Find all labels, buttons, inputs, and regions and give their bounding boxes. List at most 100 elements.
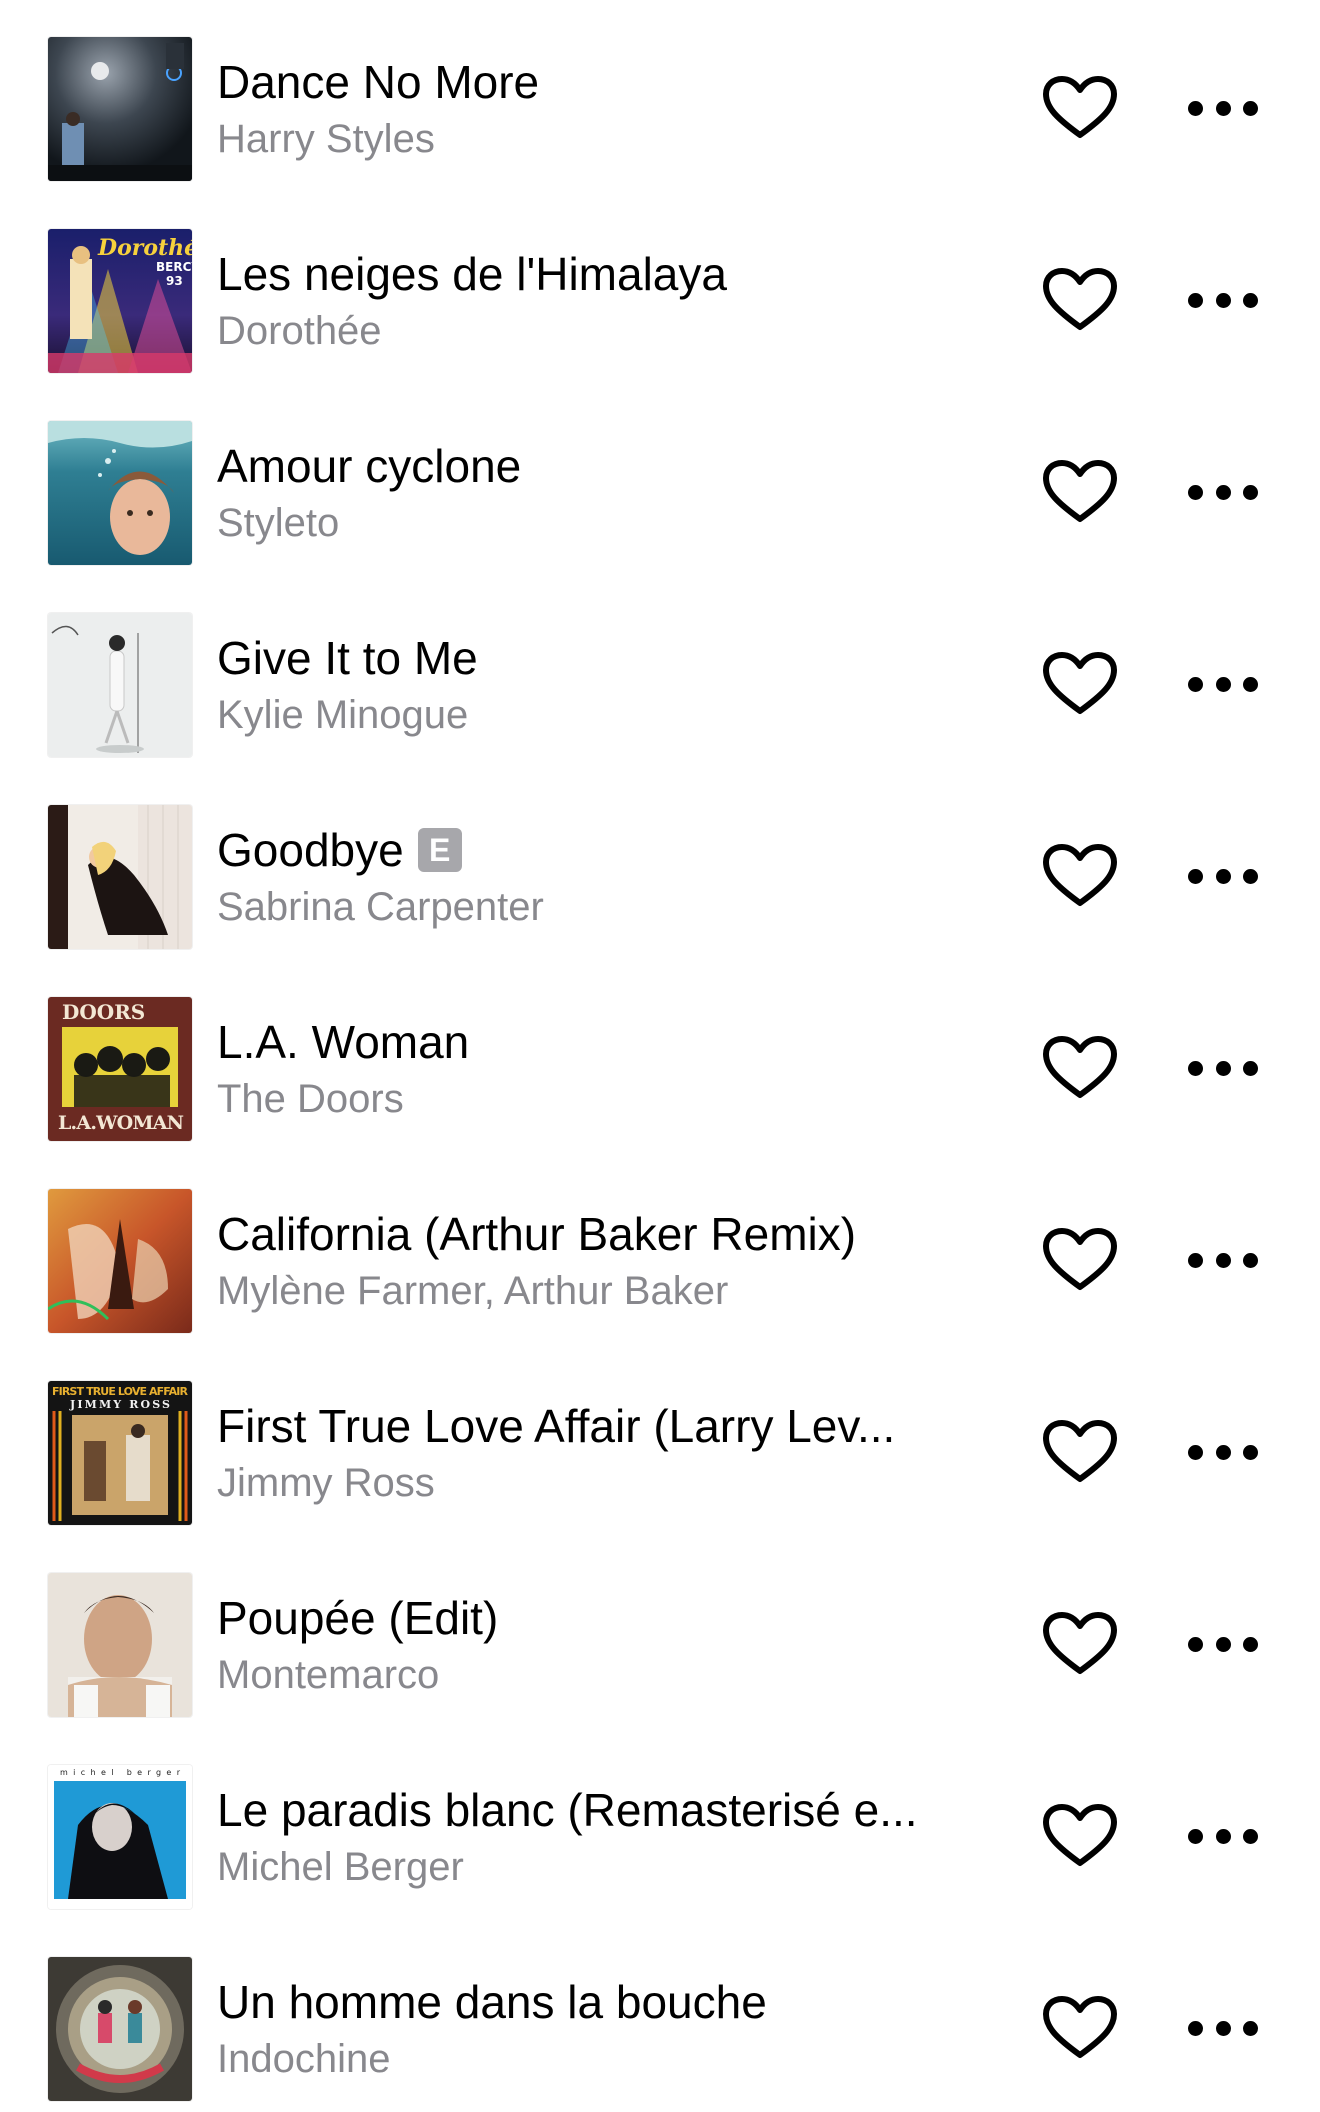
more-dot (1215, 484, 1231, 500)
more-dot (1215, 676, 1231, 692)
album-artwork (48, 1957, 192, 2101)
song-artist: Indochine (217, 2037, 391, 2081)
album-artwork: DOORS L.A.WOMAN (48, 997, 192, 1141)
song-row[interactable]: Goodbye E Sabrina Carpenter (0, 768, 1320, 960)
song-row[interactable]: Give It to Me Kylie Minogue (0, 576, 1320, 768)
album-artwork: FIRST TRUE LOVE AFFAIR JIMMY ROSS (48, 1381, 192, 1525)
svg-text:93: 93 (166, 274, 183, 288)
song-row[interactable]: michel berger Le paradis blanc (Remaster… (0, 1728, 1320, 1920)
album-art-label: L.A.WOMAN (58, 1112, 184, 1134)
album-art-label: JIMMY ROSS (69, 1398, 170, 1411)
song-artist: Harry Styles (217, 117, 435, 161)
more-dot (1188, 1252, 1203, 1268)
more-dot (1243, 676, 1258, 692)
svg-text:BERCY: BERCY (156, 260, 192, 274)
heart-outline-icon[interactable] (1040, 1227, 1120, 1293)
song-artist: Dorothée (217, 309, 382, 353)
song-title: Un homme dans la bouche (217, 1976, 767, 2028)
album-artwork: Dorothée BERCY 93 BERCY 93 (48, 229, 192, 373)
heart-outline-icon[interactable] (1040, 459, 1120, 525)
more-horizontal-icon[interactable] (1188, 1627, 1258, 1661)
song-row[interactable]: Amour cyclone Styleto (0, 384, 1320, 576)
more-horizontal-icon[interactable] (1188, 667, 1258, 701)
more-dot (1188, 1444, 1203, 1460)
more-dot (1188, 2020, 1203, 2036)
more-dot (1243, 1828, 1258, 1844)
song-row[interactable]: California (Arthur Baker Remix) Mylène F… (0, 1152, 1320, 1344)
song-row[interactable]: Dance No More Harry Styles (0, 0, 1320, 192)
more-dot (1188, 868, 1203, 884)
song-title: Poupée (Edit) (217, 1592, 499, 1644)
heart-outline-icon[interactable] (1040, 1995, 1120, 2061)
song-title: Amour cyclone (217, 440, 522, 492)
song-artist: Kylie Minogue (217, 693, 469, 737)
more-dot (1188, 1828, 1203, 1844)
song-title: L.A. Woman (217, 1016, 470, 1068)
more-dot (1188, 484, 1203, 500)
song-artist: Sabrina Carpenter (217, 885, 544, 929)
song-row[interactable]: DOORS L.A.WOMAN L.A. Woman The Doors (0, 960, 1320, 1152)
song-title: Goodbye (217, 824, 404, 876)
song-artist: The Doors (217, 1077, 404, 1121)
song-artist: Styleto (217, 501, 340, 545)
heart-outline-icon[interactable] (1040, 843, 1120, 909)
more-dot (1243, 868, 1258, 884)
heart-outline-icon[interactable] (1040, 75, 1120, 141)
more-dot (1215, 292, 1231, 308)
heart-outline-icon[interactable] (1040, 1611, 1120, 1677)
heart-outline-icon[interactable] (1040, 1035, 1120, 1101)
more-dot (1215, 868, 1231, 884)
song-title: Les neiges de l'Himalaya (217, 248, 727, 300)
album-artwork (48, 1573, 192, 1717)
album-artwork (48, 421, 192, 565)
more-dot (1215, 1636, 1231, 1652)
more-dot (1188, 292, 1203, 308)
more-dot (1243, 100, 1258, 116)
song-row[interactable]: Un homme dans la bouche Indochine (0, 1920, 1320, 2112)
song-list: Dance No More Harry Styles Doroth BERC 9… (0, 0, 1320, 2101)
more-dot (1243, 1444, 1258, 1460)
more-dot (1243, 484, 1258, 500)
more-dot (1188, 100, 1203, 116)
more-horizontal-icon[interactable] (1188, 1243, 1258, 1277)
more-horizontal-icon[interactable] (1188, 1435, 1258, 1469)
more-dot (1243, 2020, 1258, 2036)
album-art-label: Dorothée BERCY 93 (97, 235, 192, 261)
song-row[interactable]: FIRST TRUE LOVE AFFAIR JIMMY ROSS First … (0, 1344, 1320, 1536)
heart-outline-icon[interactable] (1040, 651, 1120, 717)
song-row[interactable]: Poupée (Edit) Montemarco (0, 1536, 1320, 1728)
more-horizontal-icon[interactable] (1188, 1819, 1258, 1853)
more-horizontal-icon[interactable] (1188, 1051, 1258, 1085)
album-artwork: michel berger (48, 1765, 192, 1909)
song-row[interactable]: Dorothée BERCY 93 BERCY 93 Les neiges de… (0, 192, 1320, 384)
more-dot (1215, 1252, 1231, 1268)
album-artwork (48, 613, 192, 757)
more-dot (1188, 1060, 1203, 1076)
heart-outline-icon[interactable] (1040, 1803, 1120, 1869)
more-dot (1243, 292, 1258, 308)
more-dot (1215, 1828, 1231, 1844)
song-title: California (Arthur Baker Remix) (217, 1208, 857, 1260)
song-artist: Michel Berger (217, 1845, 464, 1889)
more-dot (1243, 1252, 1258, 1268)
song-title: Le paradis blanc (Remasterisé e... (217, 1784, 918, 1836)
song-title: Dance No More (217, 56, 540, 108)
heart-outline-icon[interactable] (1040, 1419, 1120, 1485)
album-art-label: FIRST TRUE LOVE AFFAIR (52, 1385, 189, 1398)
more-horizontal-icon[interactable] (1188, 475, 1258, 509)
more-horizontal-icon[interactable] (1188, 859, 1258, 893)
more-dot (1188, 1636, 1203, 1652)
more-dot (1188, 676, 1203, 692)
more-horizontal-icon[interactable] (1188, 2011, 1258, 2045)
album-art-label: DOORS (62, 1000, 145, 1024)
more-dot (1243, 1060, 1258, 1076)
song-title: First True Love Affair (Larry Lev... (217, 1400, 896, 1452)
album-artwork (48, 37, 192, 181)
more-horizontal-icon[interactable] (1188, 91, 1258, 125)
more-dot (1215, 1060, 1231, 1076)
more-dot (1243, 1636, 1258, 1652)
heart-outline-icon[interactable] (1040, 267, 1120, 333)
more-dot (1215, 1444, 1231, 1460)
more-horizontal-icon[interactable] (1188, 283, 1258, 317)
more-dot (1215, 2020, 1231, 2036)
